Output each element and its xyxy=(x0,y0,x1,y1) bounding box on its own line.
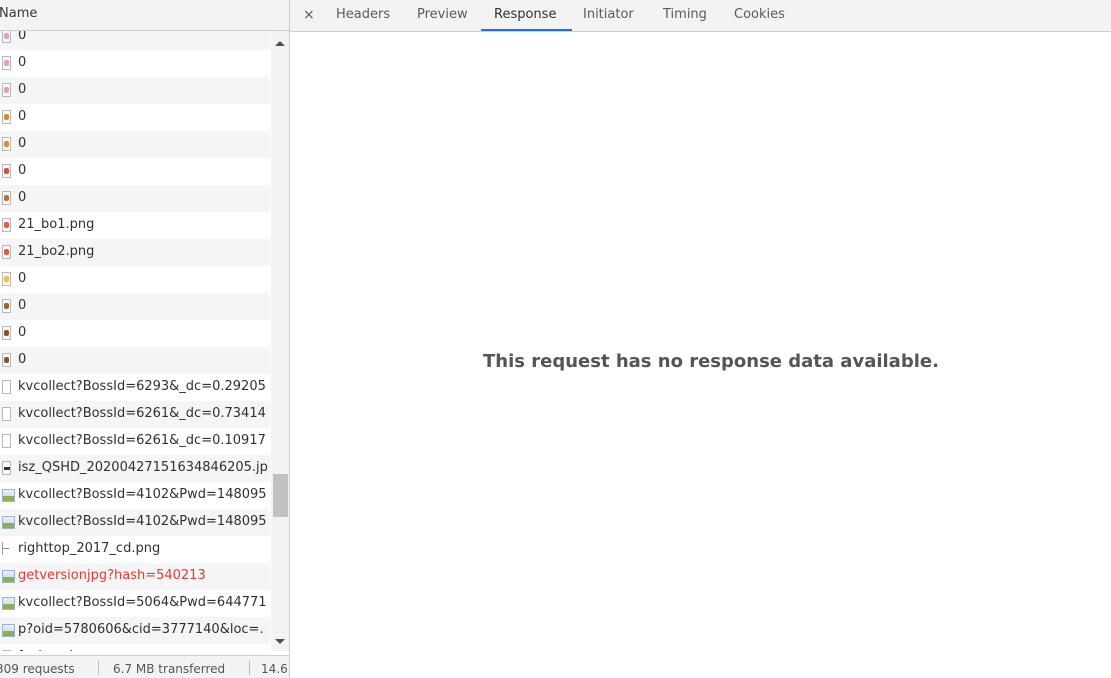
name-column-header[interactable]: Name xyxy=(0,0,289,31)
brown-image-icon xyxy=(2,326,11,340)
request-name: kvcollect?BossId=4102&Pwd=148095 xyxy=(18,487,267,502)
request-name: 0 xyxy=(18,109,27,124)
red-image-icon xyxy=(2,245,11,259)
request-name: favicon.ico xyxy=(18,649,88,651)
request-row[interactable]: righttop_2017_cd.png xyxy=(0,536,270,563)
pink-image-icon xyxy=(2,56,11,70)
network-summary-bar: 309 requests 6.7 MB transferred 14.6 xyxy=(0,655,289,678)
jpg-image-icon xyxy=(2,461,11,475)
request-row[interactable]: kvcollect?BossId=6293&_dc=0.29205 xyxy=(0,374,270,401)
request-row[interactable]: favicon.ico xyxy=(0,644,270,651)
document-icon xyxy=(2,407,11,421)
request-row[interactable]: 0 xyxy=(0,131,270,158)
red-image-icon xyxy=(2,164,11,178)
request-name: 0 xyxy=(18,352,27,367)
scroll-down-arrow-icon[interactable] xyxy=(275,639,285,644)
request-detail-panel: × Headers Preview Response Initiator Tim… xyxy=(290,0,1111,678)
request-row[interactable]: p?oid=5780606&cid=3777140&loc=. xyxy=(0,617,270,644)
request-list: 0 0 0 0 0 0 0 21_bo1.png 21_bo2.png 0 0 0 0 kvcollect… xyxy=(0,23,270,651)
image-icon xyxy=(2,624,15,637)
brown-image-icon xyxy=(2,191,11,205)
active-tab-indicator xyxy=(481,29,572,31)
request-row[interactable]: 0 xyxy=(0,50,270,77)
no-response-message: This request has no response data availa… xyxy=(483,351,939,372)
pink-image-icon xyxy=(2,29,11,43)
request-name: kvcollect?BossId=5064&Pwd=644771 xyxy=(18,595,267,610)
request-row[interactable]: 0 xyxy=(0,347,270,374)
request-row[interactable]: 21_bo2.png xyxy=(0,239,270,266)
document-icon xyxy=(2,434,11,448)
request-name: 0 xyxy=(18,82,27,97)
request-name: kvcollect?BossId=6293&_dc=0.29205 xyxy=(18,379,266,394)
brown-image-icon xyxy=(2,299,11,313)
status-divider xyxy=(249,660,250,675)
tab-headers[interactable]: Headers xyxy=(336,7,390,22)
request-row[interactable]: getversionjpg?hash=540213 xyxy=(0,563,270,590)
image-icon xyxy=(2,570,15,583)
document-icon xyxy=(2,380,11,394)
request-row[interactable]: 0 xyxy=(0,77,270,104)
resources-size: 14.6 xyxy=(261,662,288,676)
orange-image-icon xyxy=(2,110,11,124)
request-name: kvcollect?BossId=4102&Pwd=148095 xyxy=(18,514,267,529)
request-name: 0 xyxy=(18,298,27,313)
request-row[interactable]: 0 xyxy=(0,320,270,347)
request-row[interactable]: 0 xyxy=(0,158,270,185)
request-name: 21_bo2.png xyxy=(18,244,95,259)
scroll-up-arrow-icon[interactable] xyxy=(275,41,285,46)
image-icon xyxy=(2,516,15,529)
request-row[interactable]: 0 xyxy=(0,293,270,320)
request-list-scrollbar[interactable] xyxy=(271,31,289,651)
transferred-size: 6.7 MB transferred xyxy=(113,662,226,676)
request-name: 0 xyxy=(18,190,27,205)
image-icon xyxy=(2,489,15,502)
detail-tab-bar: × Headers Preview Response Initiator Tim… xyxy=(290,0,1111,32)
name-column-label: Name xyxy=(0,6,38,21)
tab-preview[interactable]: Preview xyxy=(417,7,468,22)
request-name: 0 xyxy=(18,163,27,178)
brown-image-icon xyxy=(2,353,11,367)
request-name: getversionjpg?hash=540213 xyxy=(18,568,206,583)
requests-count: 309 requests xyxy=(0,662,75,676)
tab-timing[interactable]: Timing xyxy=(663,7,707,22)
request-row[interactable]: 0 xyxy=(0,266,270,293)
scrollbar-thumb[interactable] xyxy=(273,474,288,517)
orange-image-icon xyxy=(2,137,11,151)
request-row[interactable]: kvcollect?BossId=5064&Pwd=644771 xyxy=(0,590,270,617)
request-name: 21_bo1.png xyxy=(18,217,95,232)
status-divider xyxy=(98,660,99,675)
request-row[interactable]: isz_QSHD_20200427151634846205.jp xyxy=(0,455,270,482)
request-row[interactable]: kvcollect?BossId=6261&_dc=0.10917 xyxy=(0,428,270,455)
pink-image-icon xyxy=(2,83,11,97)
request-row[interactable]: 0 xyxy=(0,104,270,131)
tab-cookies[interactable]: Cookies xyxy=(734,7,785,22)
tab-response[interactable]: Response xyxy=(494,7,556,22)
request-row[interactable]: kvcollect?BossId=4102&Pwd=148095 xyxy=(0,509,270,536)
request-name: isz_QSHD_20200427151634846205.jp xyxy=(18,460,268,475)
image-icon xyxy=(2,597,15,610)
request-name: 0 xyxy=(18,325,27,340)
tab-initiator[interactable]: Initiator xyxy=(583,7,634,22)
request-row[interactable]: 0 xyxy=(0,185,270,212)
request-row[interactable]: 21_bo1.png xyxy=(0,212,270,239)
request-name: kvcollect?BossId=6261&_dc=0.73414 xyxy=(18,406,266,421)
request-list-panel: 0 0 0 0 0 0 0 21_bo1.png 21_bo2.png 0 0 0 0 kvcollect… xyxy=(0,0,290,678)
request-row[interactable]: kvcollect?BossId=6261&_dc=0.73414 xyxy=(0,401,270,428)
request-name: righttop_2017_cd.png xyxy=(18,541,161,556)
red-image-icon xyxy=(2,218,11,232)
request-name: p?oid=5780606&cid=3777140&loc=. xyxy=(18,622,264,637)
devtools-network-panel: 0 0 0 0 0 0 0 21_bo1.png 21_bo2.png 0 0 0 0 kvcollect… xyxy=(0,0,1111,678)
document-icon xyxy=(2,650,11,651)
request-name: 0 xyxy=(18,271,27,286)
close-icon[interactable]: × xyxy=(303,6,315,24)
request-name: 0 xyxy=(18,55,27,70)
dash-icon xyxy=(2,542,11,556)
yellow-image-icon xyxy=(2,272,11,286)
request-row[interactable]: kvcollect?BossId=4102&Pwd=148095 xyxy=(0,482,270,509)
request-name: kvcollect?BossId=6261&_dc=0.10917 xyxy=(18,433,266,448)
request-name: 0 xyxy=(18,136,27,151)
